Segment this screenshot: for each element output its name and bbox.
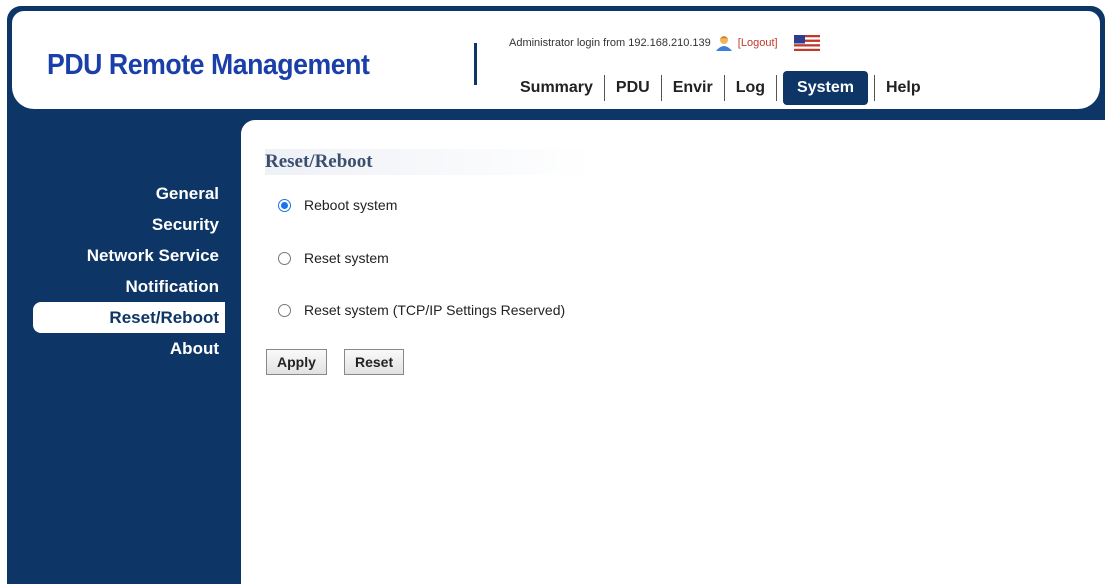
- option-label: Reset system: [304, 250, 389, 266]
- option-reset-system-tcpip[interactable]: Reset system (TCP/IP Settings Reserved): [278, 302, 565, 318]
- radio-reset-system-tcpip[interactable]: [278, 303, 291, 317]
- tab-log[interactable]: Log: [725, 71, 776, 105]
- login-text: Administrator login from 192.168.210.139: [509, 37, 711, 49]
- us-flag-icon[interactable]: [793, 35, 820, 51]
- apply-button[interactable]: Apply: [266, 349, 327, 375]
- option-label: Reset system (TCP/IP Settings Reserved): [304, 302, 566, 318]
- option-reboot-system[interactable]: Reboot system: [278, 197, 397, 213]
- login-info: Administrator login from 192.168.210.139…: [509, 35, 820, 51]
- sidebar-item-general[interactable]: General: [7, 178, 225, 209]
- sidebar-item-notification[interactable]: Notification: [7, 271, 225, 302]
- radio-reset-system[interactable]: [278, 251, 291, 265]
- sidebar-item-security[interactable]: Security: [7, 209, 225, 240]
- sidebar-item-network-service[interactable]: Network Service: [7, 240, 225, 271]
- option-label: Reboot system: [304, 197, 398, 213]
- reset-button[interactable]: Reset: [344, 349, 405, 375]
- header: PDU Remote Management Administrator logi…: [12, 11, 1100, 109]
- sidebar: General Security Network Service Notific…: [7, 178, 225, 364]
- brand-title: PDU Remote Management: [47, 49, 370, 81]
- nav-separator: [776, 75, 778, 101]
- header-divider: [474, 43, 477, 85]
- tab-summary[interactable]: Summary: [509, 71, 604, 105]
- sidebar-item-about[interactable]: About: [7, 333, 225, 364]
- radio-reboot-system[interactable]: [278, 198, 291, 212]
- option-reset-system[interactable]: Reset system: [278, 250, 389, 266]
- app-frame: PDU Remote Management Administrator logi…: [7, 6, 1105, 584]
- sidebar-item-reset-reboot[interactable]: Reset/Reboot: [33, 302, 225, 333]
- page-title: Reset/Reboot: [265, 149, 595, 175]
- logout-link[interactable]: [Logout]: [738, 37, 778, 49]
- tab-envir[interactable]: Envir: [662, 71, 724, 105]
- top-nav: Summary PDU Envir Log System Help: [509, 69, 932, 107]
- tab-help[interactable]: Help: [875, 71, 932, 105]
- tab-pdu[interactable]: PDU: [605, 71, 661, 105]
- main-content: Reset/Reboot Reboot system Reset system …: [241, 120, 1105, 584]
- tab-system[interactable]: System: [783, 71, 868, 105]
- user-icon: [714, 35, 734, 51]
